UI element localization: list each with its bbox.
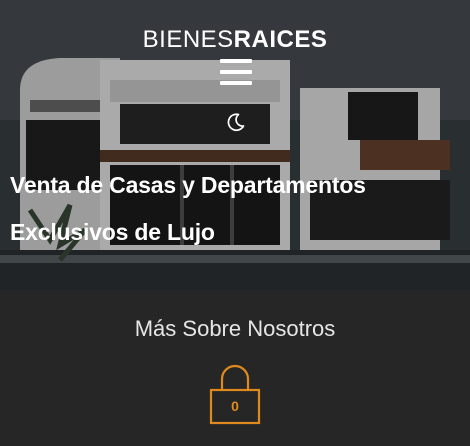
logo-text-bold: RAICES [233,26,328,53]
lock-icon: 0 [209,362,261,431]
lock-icon-text: 0 [231,398,239,414]
lock-icon-graphic: 0 [209,364,261,425]
hamburger-bar-middle [220,70,252,74]
moon-icon[interactable] [226,112,246,132]
hamburger-bar-bottom [220,81,252,85]
hero-headline-line2: Exclusivos de Lujo [10,219,215,245]
hero-header: BIENESRAICES Venta de Casas y Departamen… [0,0,470,290]
hamburger-icon[interactable] [220,59,252,89]
site-logo[interactable]: BIENESRAICES [0,26,470,54]
logo-text-light: BIENES [142,26,234,53]
hamburger-bar-top [220,59,252,63]
moon-icon-graphic [227,113,245,132]
section-title: Más Sobre Nosotros [134,316,336,341]
hero-headline-line1: Venta de Casas y Departamentos [10,172,366,198]
